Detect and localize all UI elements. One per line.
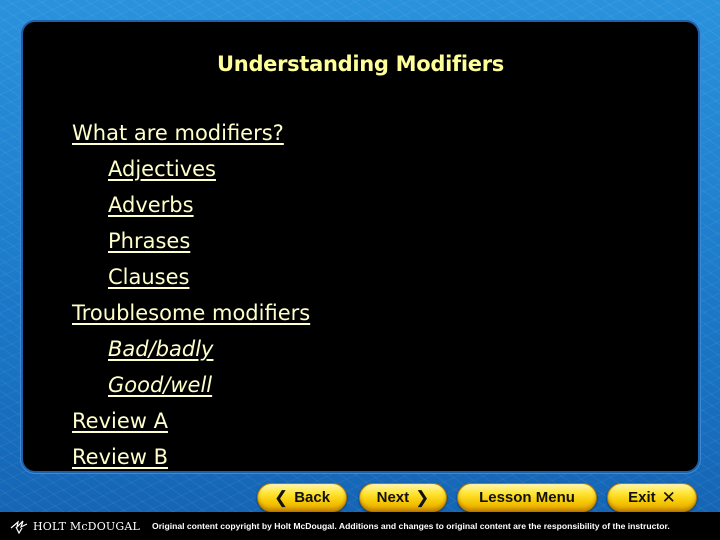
link-adjectives[interactable]: Adjectives <box>72 151 310 187</box>
lesson-menu-button[interactable]: Lesson Menu <box>457 483 597 512</box>
link-bad-badly[interactable]: Bad/badly <box>72 331 310 367</box>
publisher-name: HOLT McDOUGAL <box>33 519 141 533</box>
link-troublesome-modifiers[interactable]: Troublesome modifiers <box>72 295 310 331</box>
exit-button[interactable]: Exit ✕ <box>607 483 697 512</box>
chevron-right-icon: ❯ <box>415 487 430 507</box>
topic-menu: What are modifiers? Adjectives Adverbs P… <box>72 115 310 475</box>
link-what-are-modifiers[interactable]: What are modifiers? <box>72 115 310 151</box>
copyright-notice: Original content copyright by Holt McDou… <box>152 521 670 531</box>
link-review-a[interactable]: Review A <box>72 403 310 439</box>
publisher-logo: HOLT McDOUGAL <box>10 518 140 534</box>
next-label: Next <box>376 489 410 506</box>
back-button[interactable]: ❮ Back <box>257 483 347 512</box>
slide-title: Understanding Modifiers <box>217 52 504 76</box>
chevron-left-icon: ❮ <box>273 487 289 507</box>
exit-label: Exit <box>628 489 656 506</box>
link-good-well[interactable]: Good/well <box>72 367 310 403</box>
link-phrases[interactable]: Phrases <box>72 223 310 259</box>
link-review-b[interactable]: Review B <box>72 439 310 475</box>
back-label: Back <box>294 489 331 506</box>
footer-bar: HOLT McDOUGAL Original content copyright… <box>0 512 720 540</box>
next-button[interactable]: Next ❯ <box>359 483 447 512</box>
link-clauses[interactable]: Clauses <box>72 259 310 295</box>
lesson-menu-label: Lesson Menu <box>479 489 575 506</box>
link-adverbs[interactable]: Adverbs <box>72 187 310 223</box>
close-icon: ✕ <box>661 487 676 507</box>
publisher-logo-icon <box>10 520 28 534</box>
content-panel: Understanding Modifiers What are modifie… <box>23 22 698 471</box>
